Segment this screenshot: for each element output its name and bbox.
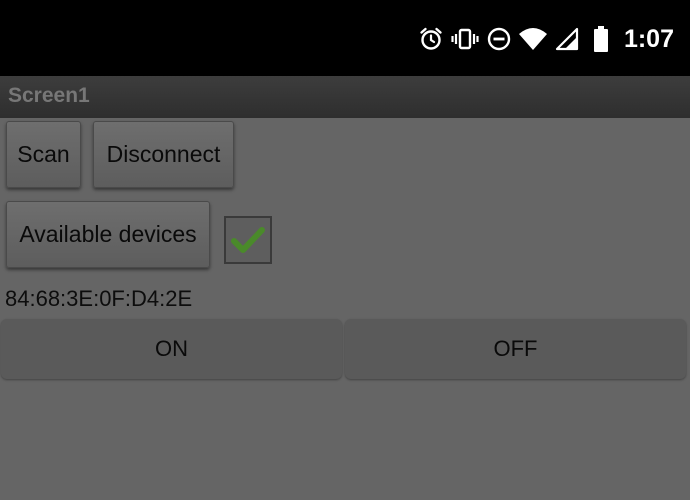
screen-title: Screen1 [8,84,90,107]
scan-button[interactable]: Scan [6,121,81,188]
status-bar: 1:07 [0,0,690,76]
off-button[interactable]: OFF [345,319,686,379]
wifi-icon [516,22,550,56]
connected-checkbox[interactable] [224,216,272,264]
battery-icon [584,22,618,56]
do-not-disturb-icon [482,22,516,56]
clock: 1:07 [623,24,674,53]
status-icons: 1:07 [414,22,674,56]
alarm-icon [414,22,448,56]
available-devices-button[interactable]: Available devices [6,201,210,268]
vibrate-icon [448,22,482,56]
title-bar: Screen1 [0,76,690,118]
checkmark-icon [231,227,265,253]
on-button[interactable]: ON [1,319,342,379]
disconnect-button[interactable]: Disconnect [93,121,234,188]
device-address: 84:68:3E:0F:D4:2E [5,286,193,311]
cell-signal-icon [550,22,584,56]
